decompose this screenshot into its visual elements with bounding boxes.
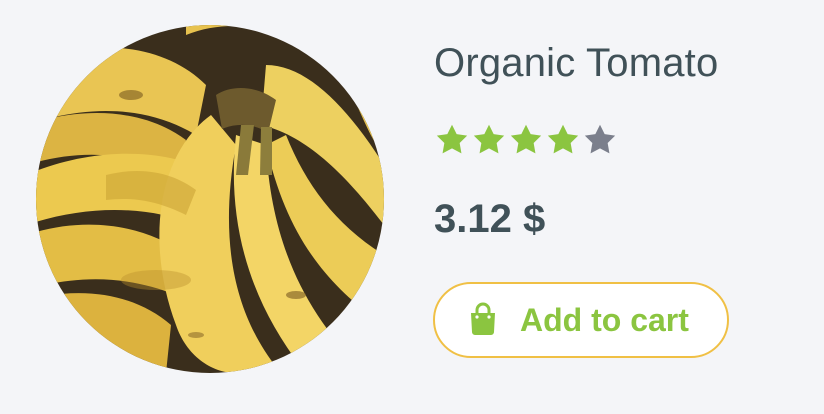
product-title: Organic Tomato [434,41,719,85]
star-icon [436,124,468,154]
star-icon [584,124,616,154]
add-to-cart-button[interactable]: Add to cart [433,282,729,358]
product-image [36,25,384,373]
star-rating [434,122,618,160]
star-icon [510,124,542,154]
product-card: Organic Tomato 3.12 $ Add to cart [0,0,824,414]
star-icon [473,124,505,154]
add-to-cart-label: Add to cart [520,301,689,338]
star-icon [547,124,579,154]
product-price: 3.12 $ [434,197,546,241]
shopping-bag-icon [471,302,495,335]
